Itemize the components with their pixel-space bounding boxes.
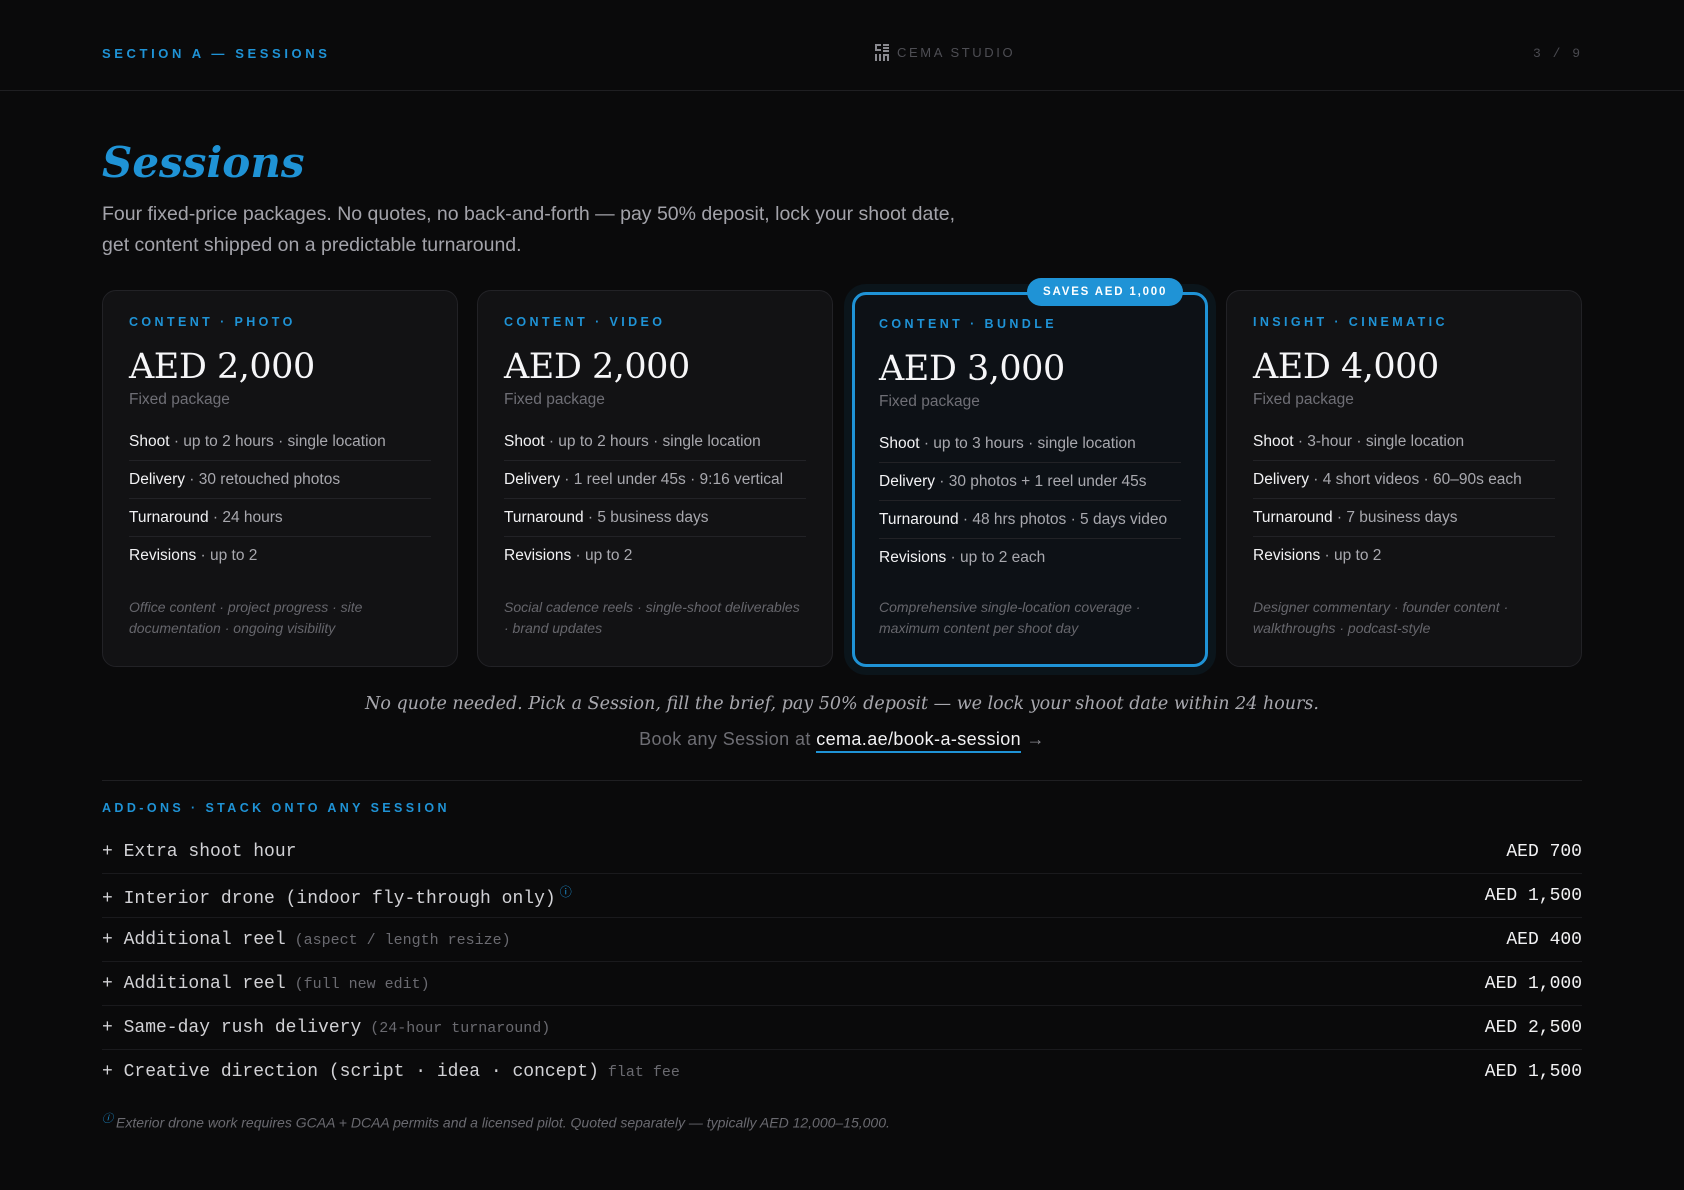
addon-name: + Same-day rush delivery xyxy=(102,1017,362,1038)
addons-list: + Extra shoot hour AED 700 + Interior dr… xyxy=(102,830,1582,1094)
session-card-photo[interactable]: CONTENT · PHOTO AED 2,000 Fixed package … xyxy=(102,290,458,667)
card-category: CONTENT · BUNDLE xyxy=(879,317,1058,331)
page-title: Sessions xyxy=(102,138,305,187)
card-category: CONTENT · VIDEO xyxy=(504,315,666,329)
spec-row: Shoot · 3-hour · single location xyxy=(1253,423,1555,461)
addon-price: AED 400 xyxy=(1506,929,1582,950)
booking-link[interactable]: cema.ae/book-a-session xyxy=(816,729,1022,753)
card-price: AED 3,000 xyxy=(879,349,1065,389)
card-price: AED 4,000 xyxy=(1253,347,1439,387)
addon-extra: (full new edit) xyxy=(285,975,430,993)
session-card-video[interactable]: CONTENT · VIDEO AED 2,000 Fixed package … xyxy=(477,290,833,667)
addon-price: AED 2,500 xyxy=(1484,1017,1582,1038)
addon-extra: flat fee xyxy=(598,1064,680,1081)
addon-row: + Creative direction (script · idea · co… xyxy=(102,1050,1582,1094)
addon-name: + Extra shoot hour xyxy=(102,841,297,862)
card-subtitle: Fixed package xyxy=(879,393,980,410)
spec-list: Shoot · up to 3 hours · single location … xyxy=(879,425,1181,577)
session-card-cinematic[interactable]: INSIGHT · CINEMATIC AED 4,000 Fixed pack… xyxy=(1226,290,1582,667)
spec-row: Revisions · up to 2 xyxy=(1253,547,1382,564)
addon-name: + Creative direction (script · idea · co… xyxy=(102,1062,599,1082)
booking-note: No quote needed. Pick a Session, fill th… xyxy=(365,694,1319,714)
top-bar: SECTION A — SESSIONS CEMA STUDIO 3 / 9 xyxy=(0,0,1684,91)
info-icon: ⓘ xyxy=(102,1112,113,1125)
addon-price: AED 1,500 xyxy=(1484,885,1582,906)
card-note: Office content · project progress · site… xyxy=(129,599,363,636)
addon-price: AED 700 xyxy=(1506,841,1582,862)
spec-row: Delivery · 30 retouched photos xyxy=(129,461,431,499)
card-subtitle: Fixed package xyxy=(1253,391,1354,408)
spec-row: Revisions · up to 2 each xyxy=(879,549,1046,566)
spec-row: Turnaround · 7 business days xyxy=(1253,499,1555,537)
footnote: ⓘ Exterior drone work requires GCAA + DCA… xyxy=(102,1110,890,1131)
addon-row: + Interior drone (indoor fly-through onl… xyxy=(102,874,1582,918)
spec-row: Shoot · up to 2 hours · single location xyxy=(504,423,806,461)
card-subtitle: Fixed package xyxy=(129,391,230,408)
card-note: Designer commentary · founder content · … xyxy=(1253,599,1509,636)
addon-row: + Same-day rush delivery (24-hour turnar… xyxy=(102,1006,1582,1050)
addon-row: + Additional reel (full new edit) AED 1,… xyxy=(102,962,1582,1006)
spec-row: Turnaround · 48 hrs photos · 5 days vide… xyxy=(879,501,1181,539)
addon-row: + Additional reel (aspect / length resiz… xyxy=(102,918,1582,962)
addon-price: AED 1,500 xyxy=(1484,1062,1582,1082)
page-number: 3 / 9 xyxy=(1532,46,1582,61)
brand: CEMA STUDIO xyxy=(873,43,1015,61)
booking-prefix: Book any Session at xyxy=(639,729,817,749)
card-category: INSIGHT · CINEMATIC xyxy=(1253,315,1448,329)
spec-list: Shoot · up to 2 hours · single location … xyxy=(504,423,806,575)
info-icon[interactable]: ⓘ xyxy=(560,885,572,899)
footnote-text: Exterior drone work requires GCAA + DCAA… xyxy=(116,1114,890,1131)
cema-logo-icon xyxy=(873,43,891,61)
addons-heading: ADD-ONS · STACK ONTO ANY SESSION xyxy=(102,801,450,815)
card-note: Social cadence reels · single-shoot deli… xyxy=(504,599,800,636)
card-price: AED 2,000 xyxy=(129,347,315,387)
addon-extra: (24-hour turnaround) xyxy=(361,1019,551,1037)
spec-row: Delivery · 30 photos + 1 reel under 45s xyxy=(879,463,1181,501)
spec-row: Turnaround · 24 hours xyxy=(129,499,431,537)
card-category: CONTENT · PHOTO xyxy=(129,315,296,329)
divider xyxy=(102,780,1582,781)
spec-row: Delivery · 4 short videos · 60–90s each xyxy=(1253,461,1555,499)
spec-row: Delivery · 1 reel under 45s · 9:16 verti… xyxy=(504,461,806,499)
addon-extra: (aspect / length resize) xyxy=(285,931,511,949)
spec-row: Shoot · up to 3 hours · single location xyxy=(879,425,1181,463)
spec-row: Turnaround · 5 business days xyxy=(504,499,806,537)
card-price: AED 2,000 xyxy=(504,347,690,387)
addon-name: + Additional reel xyxy=(102,929,286,950)
addon-price: AED 1,000 xyxy=(1484,973,1582,994)
intro-text: Four fixed-price packages. No quotes, no… xyxy=(102,203,956,256)
session-cards: CONTENT · PHOTO AED 2,000 Fixed package … xyxy=(102,278,1582,668)
addon-name: + Interior drone (indoor fly-through onl… xyxy=(102,888,556,909)
addon-row: + Extra shoot hour AED 700 xyxy=(102,830,1582,874)
savings-badge: SAVES AED 1,000 xyxy=(1027,278,1184,306)
addon-name: + Additional reel xyxy=(102,973,286,994)
session-card-bundle[interactable]: SAVES AED 1,000 CONTENT · BUNDLE AED 3,0… xyxy=(852,278,1208,667)
brand-name: CEMA STUDIO xyxy=(897,44,1016,60)
spec-list: Shoot · up to 2 hours · single location … xyxy=(129,423,431,575)
card-subtitle: Fixed package xyxy=(504,391,605,408)
section-label: SECTION A — SESSIONS xyxy=(102,46,331,61)
arrow-right-icon: → xyxy=(1021,729,1045,749)
spec-list: Shoot · 3-hour · single location Deliver… xyxy=(1253,423,1555,575)
card-note: Comprehensive single-location coverage ·… xyxy=(879,599,1141,636)
booking-line: Book any Session at cema.ae/book-a-sessi… xyxy=(0,729,1684,753)
spec-row: Revisions · up to 2 xyxy=(504,547,633,564)
spec-row: Revisions · up to 2 xyxy=(129,547,258,564)
spec-row: Shoot · up to 2 hours · single location xyxy=(129,423,431,461)
